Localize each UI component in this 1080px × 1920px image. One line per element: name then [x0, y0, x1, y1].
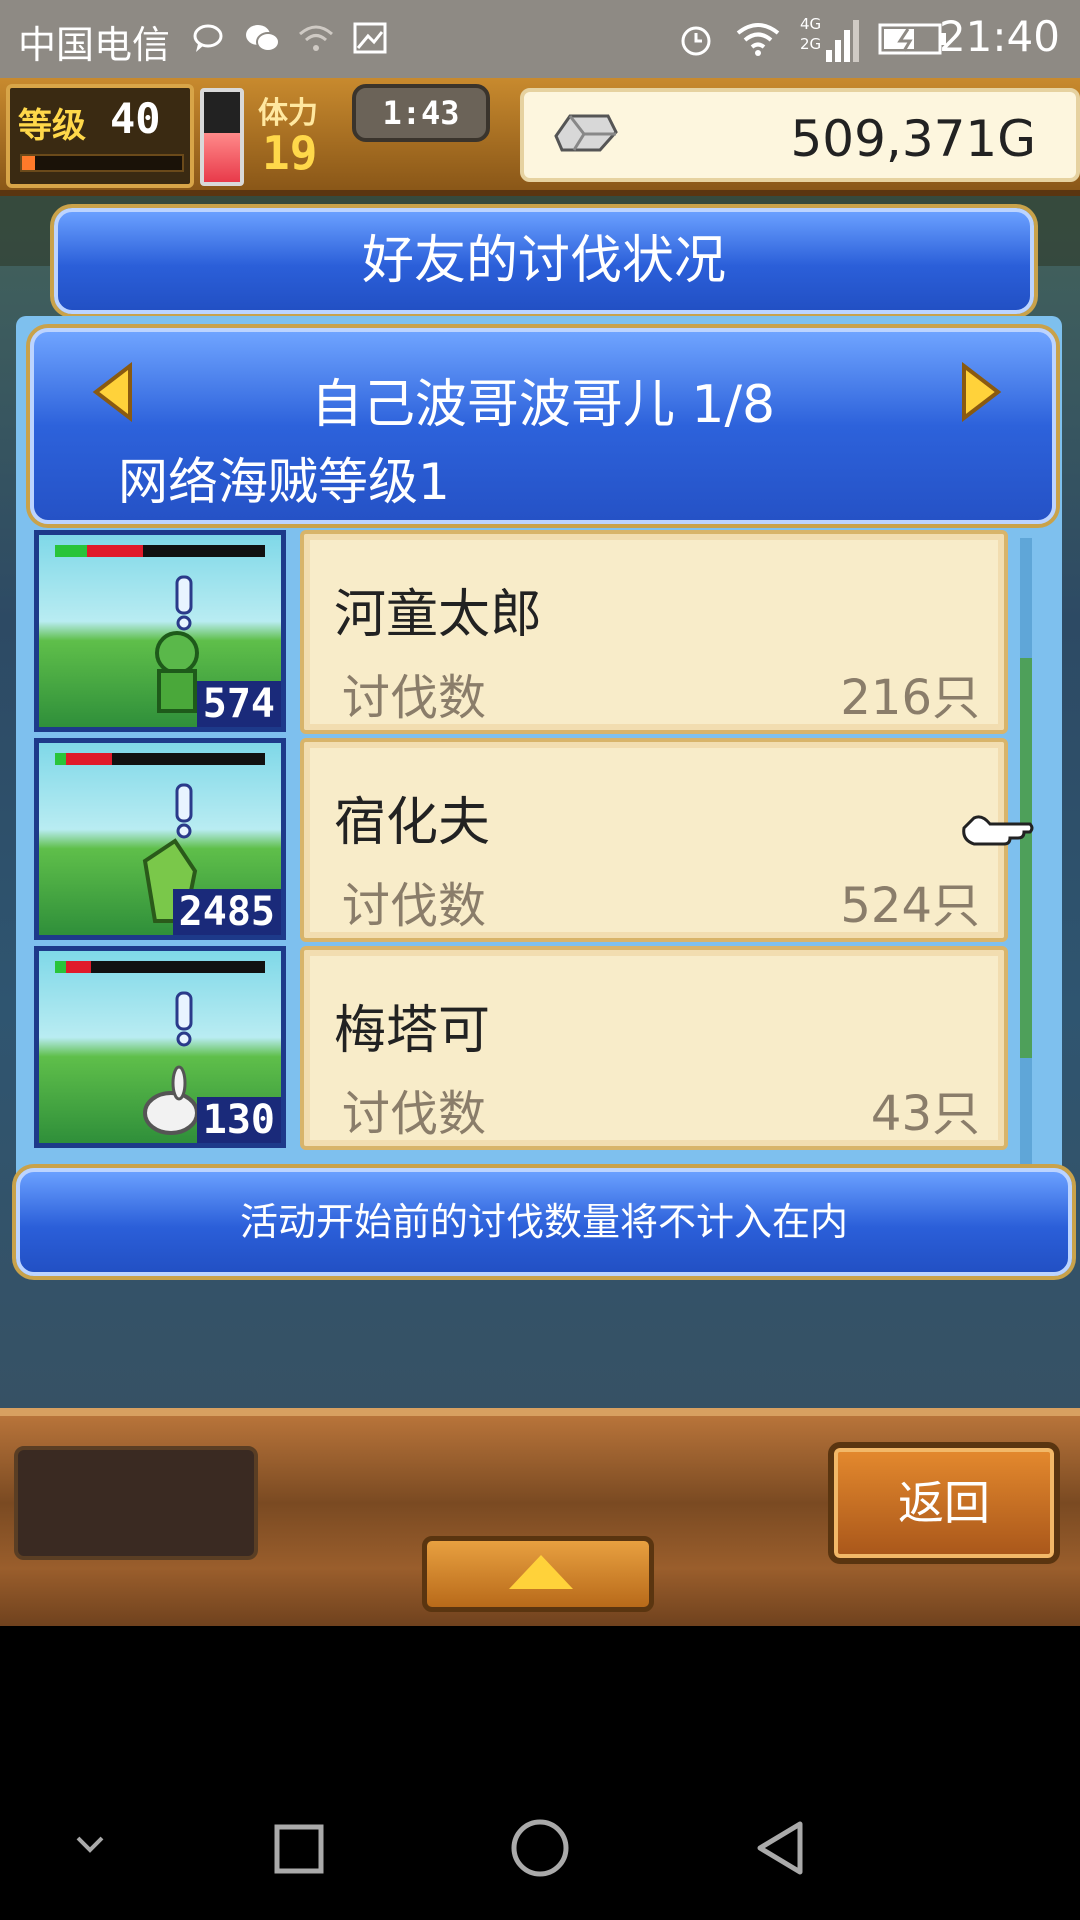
clock: 21:40	[938, 12, 1060, 61]
monster-name: 梅塔可	[334, 1001, 491, 1061]
game-screen: 等级 40 体力 19 1:43 509,371G 好友的讨伐状况 自己波哥波哥…	[0, 78, 1080, 1626]
friend-card[interactable]: 河童太郎 讨伐数 216只	[300, 530, 1008, 734]
dialog-title-banner: 好友的讨伐状况	[54, 208, 1034, 314]
next-friend-arrow-icon[interactable]	[956, 362, 1004, 422]
image-icon	[353, 22, 387, 54]
scrollbar-thumb[interactable]	[1020, 658, 1032, 1058]
level-progress-bar	[20, 154, 184, 172]
subjugation-list[interactable]: 574 河童太郎 讨伐数 216只 2485 宿化夫 讨伐数 524只 130 …	[30, 530, 1040, 1212]
level-value: 40	[110, 94, 161, 143]
hp-green	[55, 961, 66, 973]
gold-display: 509,371G	[520, 88, 1080, 182]
friend-name: 自己波哥波哥儿 1/8	[310, 375, 776, 435]
friend-header: 自己波哥波哥儿 1/8 网络海贼等级1	[30, 328, 1056, 524]
monster-name: 宿化夫	[334, 793, 491, 853]
home-icon[interactable]	[510, 1818, 570, 1878]
dialog-title: 好友的讨伐状况	[361, 231, 726, 291]
kill-count-label: 讨伐数	[342, 1086, 487, 1142]
level-progress-fill	[22, 156, 35, 170]
stamina-value: 19	[262, 126, 318, 180]
kill-count-value: 524只	[840, 878, 980, 934]
monster-thumbnail: 130	[34, 946, 286, 1148]
monster-thumbnail: 574	[34, 530, 286, 732]
hp-red	[65, 753, 112, 765]
monster-count-badge: 130	[196, 1097, 281, 1143]
notification-icons	[188, 18, 390, 58]
player-level: 等级 40	[6, 84, 194, 188]
level-label: 等级	[18, 106, 86, 146]
hud-bar: 等级 40 体力 19 1:43 509,371G	[0, 78, 1080, 196]
list-item[interactable]: 574 河童太郎 讨伐数 216只	[30, 530, 1030, 734]
list-scrollbar[interactable]	[1020, 538, 1032, 1206]
battery-icon	[878, 23, 946, 55]
kill-count-label: 讨伐数	[342, 878, 487, 934]
stamina-timer: 1:43	[352, 84, 490, 142]
monster-count-badge: 2485	[172, 889, 281, 935]
hand-pointer-icon	[962, 815, 1034, 846]
monster-count-badge: 574	[196, 681, 281, 727]
wechat-icon	[246, 25, 280, 52]
bottom-menu-bar: 返回	[0, 1408, 1080, 1626]
kill-count-label: 讨伐数	[342, 670, 487, 726]
system-icons: 4G 2G	[676, 14, 948, 64]
wifi-icon	[736, 23, 780, 56]
friend-card[interactable]: 梅塔可 讨伐数 43只	[300, 946, 1008, 1150]
hp-green	[55, 753, 66, 765]
hp-bar	[55, 961, 265, 973]
message-icon	[193, 24, 223, 52]
network-type-label: 4G 2G	[800, 15, 822, 53]
kill-count-value: 216只	[840, 670, 980, 726]
stamina-fill	[204, 132, 240, 182]
empty-slot	[14, 1446, 258, 1560]
expand-menu-button[interactable]	[422, 1536, 654, 1612]
hp-red	[65, 961, 91, 973]
chevron-down-icon[interactable]	[74, 1834, 106, 1854]
back-icon[interactable]	[754, 1818, 806, 1878]
silver-ingot-icon	[554, 114, 618, 152]
stamina-gauge	[200, 88, 244, 186]
back-button[interactable]: 返回	[828, 1442, 1060, 1564]
status-bar: 中国电信 4G 2G 21:40	[0, 0, 1080, 78]
hp-bar	[55, 753, 265, 765]
signal-icon: 4G 2G	[800, 14, 860, 64]
friend-card[interactable]: 宿化夫 讨伐数 524只	[300, 738, 1008, 942]
monster-name: 河童太郎	[334, 585, 543, 645]
recents-icon[interactable]	[274, 1824, 324, 1874]
monster-thumbnail: 2485	[34, 738, 286, 940]
kill-count-value: 43只	[870, 1086, 980, 1142]
gold-value: 509,371G	[790, 110, 1036, 168]
hp-red	[86, 545, 144, 557]
notice-banner: 活动开始前的讨伐数量将不计入在内	[16, 1168, 1072, 1276]
hp-bar	[55, 545, 265, 557]
wifi-question-icon	[299, 25, 333, 51]
list-item[interactable]: 2485 宿化夫 讨伐数 524只	[30, 738, 1030, 942]
carrier-label: 中国电信	[18, 23, 171, 67]
up-arrow-icon	[509, 1555, 573, 1589]
friend-rank: 网络海贼等级1	[118, 453, 450, 511]
hp-green	[55, 545, 87, 557]
back-button-label: 返回	[898, 1476, 990, 1530]
notice-text: 活动开始前的讨伐数量将不计入在内	[239, 1200, 848, 1244]
alarm-icon	[681, 26, 711, 56]
list-item[interactable]: 130 梅塔可 讨伐数 43只	[30, 946, 1030, 1150]
